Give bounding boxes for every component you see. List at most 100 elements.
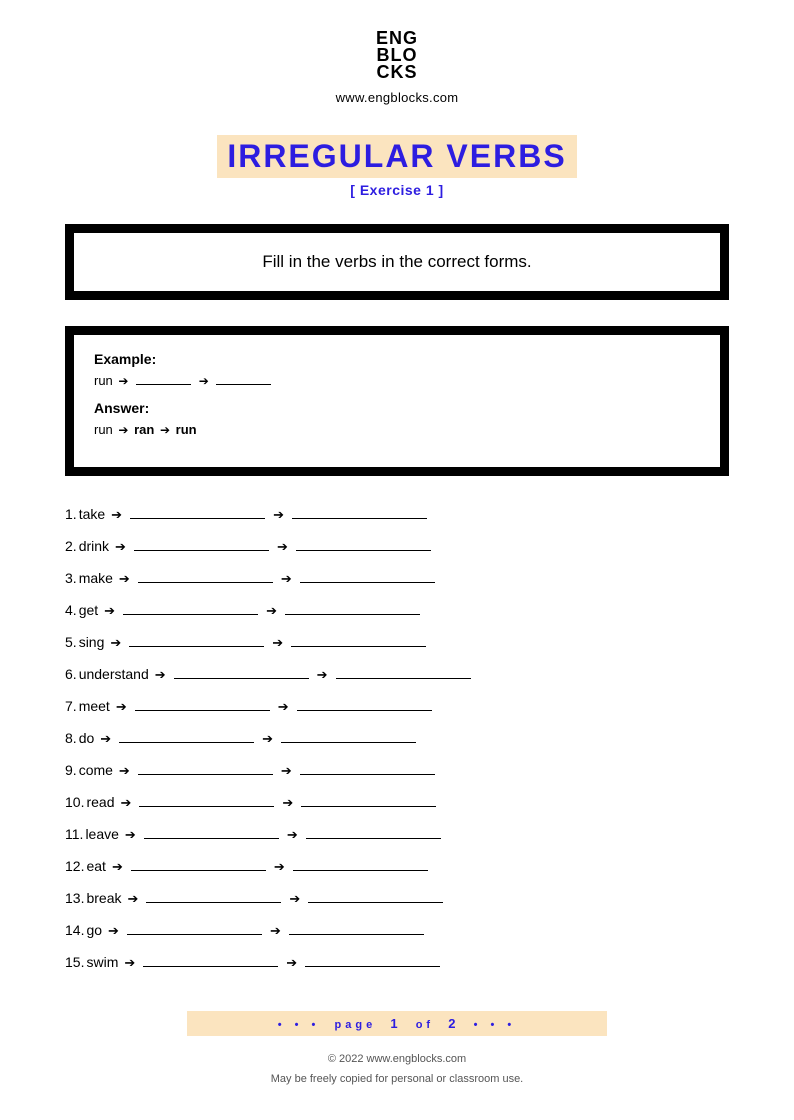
- item-number: 6.: [65, 666, 77, 682]
- list-item: 10. read➔➔: [65, 794, 729, 811]
- list-item: 5. sing➔➔: [65, 634, 729, 651]
- item-blank-2[interactable]: [285, 614, 420, 615]
- arrow-icon: ➔: [289, 891, 300, 907]
- item-blank-2[interactable]: [300, 774, 435, 775]
- item-blank-1[interactable]: [144, 838, 279, 839]
- pager: • • • page 1 of 2 • • •: [187, 1011, 607, 1036]
- example-blank-2[interactable]: [216, 384, 271, 385]
- item-blank-2[interactable]: [306, 838, 441, 839]
- item-blank-2[interactable]: [289, 934, 424, 935]
- arrow-icon: ➔: [119, 763, 130, 779]
- item-blank-2[interactable]: [305, 966, 440, 967]
- site-url: www.engblocks.com: [65, 90, 729, 105]
- arrow-icon: ➔: [272, 635, 283, 651]
- arrow-icon: ➔: [274, 859, 285, 875]
- item-blank-1[interactable]: [139, 806, 274, 807]
- list-item: 15. swim ➔ ➔: [65, 954, 729, 971]
- instruction-box: Fill in the verbs in the correct forms.: [65, 224, 729, 300]
- item-number: 4.: [65, 602, 77, 618]
- arrow-icon: ➔: [282, 795, 293, 811]
- page-title: IRREGULAR VERBS: [217, 135, 576, 178]
- item-verb: swim: [86, 954, 118, 970]
- example-label: Example:: [94, 351, 700, 367]
- arrow-icon: ➔: [124, 955, 135, 971]
- arrow-icon: ➔: [100, 731, 111, 747]
- item-blank-2[interactable]: [308, 902, 443, 903]
- instruction-text: Fill in the verbs in the correct forms.: [94, 247, 700, 277]
- list-item: 4. get➔➔: [65, 602, 729, 619]
- item-blank-1[interactable]: [134, 550, 269, 551]
- item-blank-1[interactable]: [131, 870, 266, 871]
- arrow-icon: ➔: [160, 423, 170, 437]
- item-verb: meet: [79, 698, 110, 714]
- item-blank-1[interactable]: [127, 934, 262, 935]
- arrow-icon: ➔: [116, 699, 127, 715]
- item-blank-2[interactable]: [281, 742, 416, 743]
- arrow-icon: ➔: [270, 923, 281, 939]
- logo: ENG BLO CKS: [376, 30, 418, 81]
- list-item: 12. eat➔➔: [65, 858, 729, 875]
- pager-total: 2: [448, 1016, 459, 1031]
- item-verb: get: [79, 602, 98, 618]
- dots-right: • • •: [474, 1019, 517, 1031]
- item-verb: do: [79, 730, 95, 746]
- item-blank-1[interactable]: [129, 646, 264, 647]
- arrow-icon: ➔: [278, 699, 289, 715]
- arrow-icon: ➔: [286, 955, 297, 971]
- item-blank-1[interactable]: [119, 742, 254, 743]
- item-verb: come: [79, 762, 113, 778]
- item-blank-2[interactable]: [336, 678, 471, 679]
- arrow-icon: ➔: [115, 539, 126, 555]
- answer-label: Answer:: [94, 400, 700, 416]
- answer-past: ran: [134, 422, 154, 437]
- item-blank-1[interactable]: [143, 966, 278, 967]
- arrow-icon: ➔: [118, 423, 128, 437]
- arrow-icon: ➔: [128, 891, 139, 907]
- logo-line-3: CKS: [376, 64, 418, 81]
- arrow-icon: ➔: [277, 539, 288, 555]
- item-verb: eat: [86, 858, 105, 874]
- list-item: 3. make➔➔: [65, 570, 729, 587]
- item-verb: understand: [79, 666, 149, 682]
- item-number: 8.: [65, 730, 77, 746]
- item-blank-1[interactable]: [135, 710, 270, 711]
- arrow-icon: ➔: [108, 923, 119, 939]
- item-number: 1.: [65, 506, 77, 522]
- list-item: 11. leave➔➔: [65, 826, 729, 843]
- item-blank-2[interactable]: [296, 550, 431, 551]
- item-number: 11.: [65, 826, 83, 842]
- item-blank-1[interactable]: [146, 902, 281, 903]
- arrow-icon: ➔: [155, 667, 166, 683]
- example-blank-1[interactable]: [136, 384, 191, 385]
- item-blank-1[interactable]: [174, 678, 309, 679]
- item-blank-1[interactable]: [123, 614, 258, 615]
- list-item: 7. meet ➔ ➔: [65, 698, 729, 715]
- item-blank-2[interactable]: [300, 582, 435, 583]
- arrow-icon: ➔: [287, 827, 298, 843]
- item-blank-1[interactable]: [130, 518, 265, 519]
- arrow-icon: ➔: [262, 731, 273, 747]
- item-number: 3.: [65, 570, 77, 586]
- example-line: run ➔ ➔: [94, 373, 700, 388]
- item-verb: drink: [79, 538, 109, 554]
- arrow-icon: ➔: [121, 795, 132, 811]
- answer-line: run ➔ ran ➔ run: [94, 422, 700, 437]
- arrow-icon: ➔: [281, 763, 292, 779]
- item-number: 7.: [65, 698, 77, 714]
- item-blank-2[interactable]: [292, 518, 427, 519]
- item-blank-1[interactable]: [138, 582, 273, 583]
- list-item: 2. drink➔➔: [65, 538, 729, 555]
- item-blank-2[interactable]: [291, 646, 426, 647]
- header: ENG BLO CKS www.engblocks.com: [65, 30, 729, 105]
- list-item: 9. come➔➔: [65, 762, 729, 779]
- item-blank-2[interactable]: [301, 806, 436, 807]
- arrow-icon: ➔: [118, 374, 128, 388]
- item-number: 14.: [65, 922, 84, 938]
- item-number: 15.: [65, 954, 84, 970]
- item-blank-1[interactable]: [138, 774, 273, 775]
- item-blank-2[interactable]: [297, 710, 432, 711]
- item-blank-2[interactable]: [293, 870, 428, 871]
- item-verb: take: [79, 506, 105, 522]
- arrow-icon: ➔: [104, 603, 115, 619]
- pager-label-page: page: [335, 1019, 377, 1031]
